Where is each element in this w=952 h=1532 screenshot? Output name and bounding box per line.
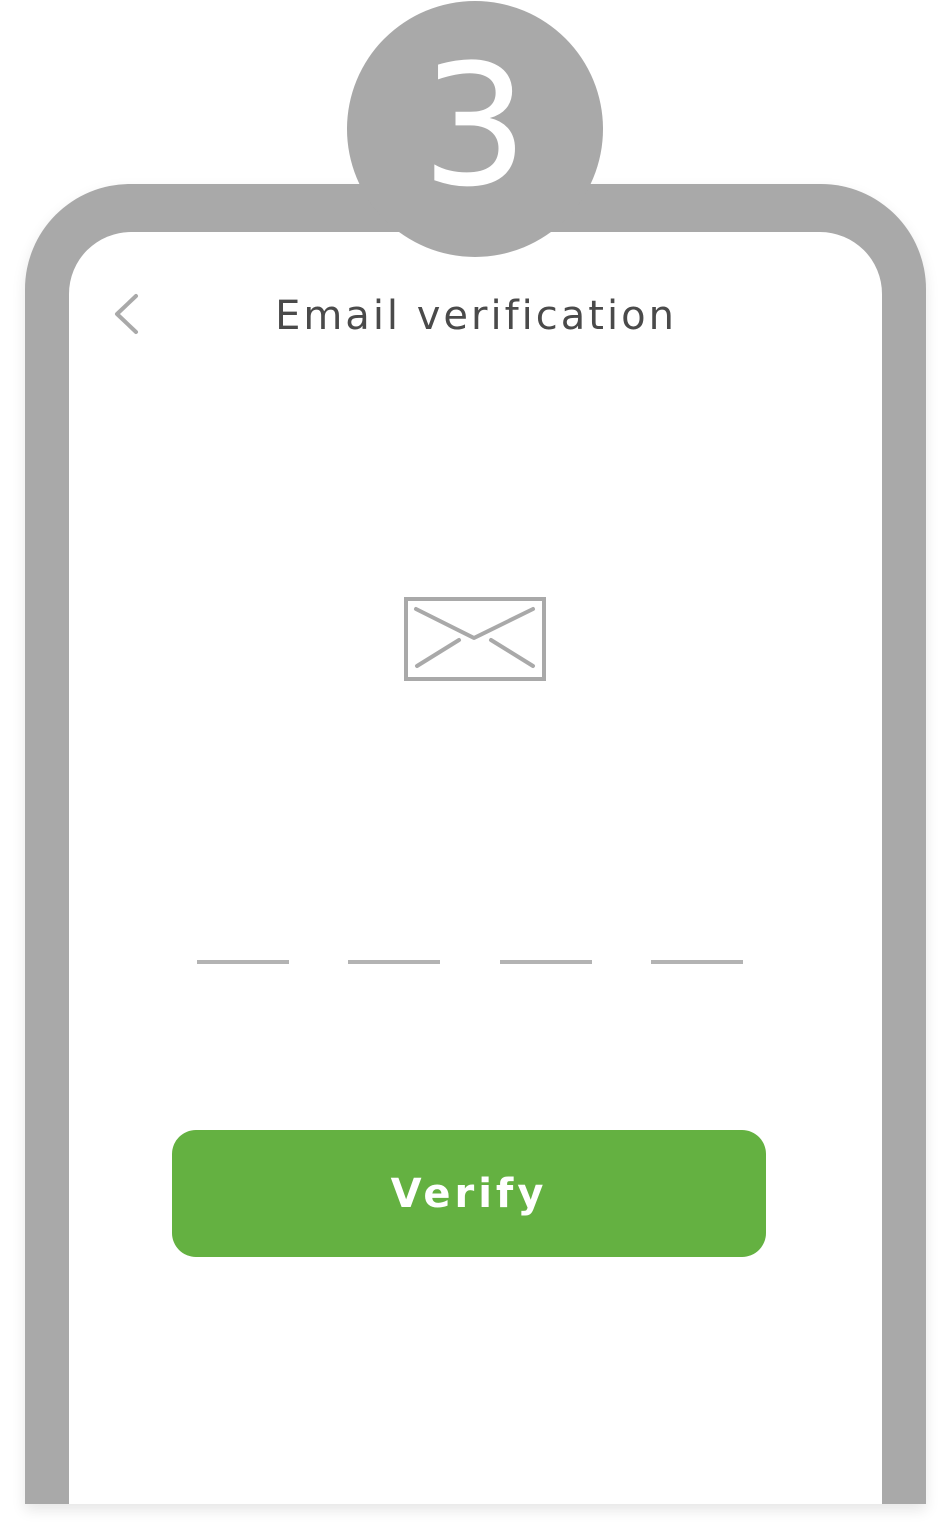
back-button[interactable] (106, 288, 150, 340)
page-title: Email verification (275, 293, 677, 339)
code-digit-1[interactable] (197, 960, 289, 964)
phone-screen (69, 232, 882, 1504)
chevron-left-icon (115, 294, 138, 334)
verify-button[interactable]: Verify (172, 1130, 766, 1257)
step-badge: 3 (347, 1, 603, 257)
code-digit-2[interactable] (348, 960, 440, 964)
step-number: 3 (421, 28, 529, 224)
code-digit-3[interactable] (500, 960, 592, 964)
code-digit-4[interactable] (651, 960, 743, 964)
envelope-icon (403, 596, 549, 684)
